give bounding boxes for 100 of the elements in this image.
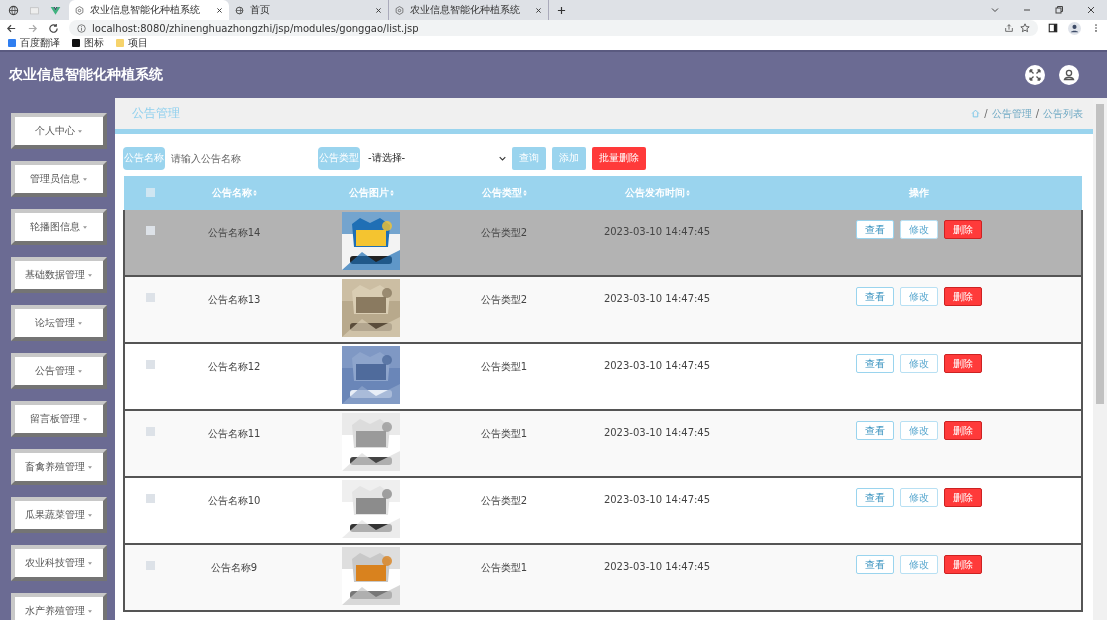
sidebar-item[interactable]: 个人中心: [10, 113, 107, 149]
scrollbar[interactable]: [1093, 98, 1107, 620]
search-field[interactable]: 请输入公告名称: [169, 151, 313, 165]
caret-icon: [83, 177, 87, 181]
caret-icon: [83, 225, 87, 229]
table-cell: 公告名称14: [207, 227, 261, 238]
globe-icon[interactable]: [8, 4, 19, 16]
table-cell: 公告名称12: [207, 361, 261, 372]
page-title: 公告管理: [132, 105, 180, 122]
edit-button[interactable]: 修改: [899, 354, 938, 373]
sidebar-item[interactable]: 瓜果蔬菜管理: [10, 497, 107, 533]
sidebar-item[interactable]: 农业科技管理: [10, 545, 107, 581]
caret-icon: [83, 417, 87, 421]
batch-delete-button[interactable]: 批量删除: [592, 146, 646, 170]
sidebar-item[interactable]: 轮播图信息: [10, 209, 107, 245]
restore-icon[interactable]: [1054, 5, 1064, 15]
row-checkbox[interactable]: [146, 293, 155, 302]
breadcrumb-link[interactable]: 公告列表: [1043, 106, 1083, 121]
edit-button[interactable]: 修改: [899, 555, 938, 574]
profile-icon[interactable]: [1068, 21, 1081, 35]
sort-icon: [522, 190, 527, 196]
breadcrumb-separator: /: [1035, 108, 1039, 119]
chevron-down-icon: [499, 155, 506, 161]
reload-icon[interactable]: [48, 22, 59, 34]
type-dropdown[interactable]: -请选择-: [368, 151, 506, 165]
bookmark[interactable]: 项目: [116, 36, 148, 50]
close-icon[interactable]: [216, 6, 223, 14]
sidebar-item[interactable]: 论坛管理: [10, 305, 107, 341]
star-icon[interactable]: [1020, 23, 1030, 33]
table-cell: 公告类型2: [480, 294, 528, 305]
table-row[interactable]: 公告名称11 公告类型1 2023-03-10 14:47:45 查看 修改 删除: [124, 410, 1082, 477]
fullscreen-icon[interactable]: [1025, 65, 1045, 85]
view-button[interactable]: 查看: [855, 555, 894, 574]
sort-icon: [389, 190, 394, 196]
view-button[interactable]: 查看: [855, 220, 894, 239]
view-button[interactable]: 查看: [855, 354, 894, 373]
row-checkbox[interactable]: [146, 360, 155, 369]
close-icon[interactable]: [375, 6, 382, 14]
row-checkbox[interactable]: [146, 226, 155, 235]
edit-button[interactable]: 修改: [899, 488, 938, 507]
breadcrumb-link[interactable]: 公告管理: [991, 106, 1032, 121]
edit-button[interactable]: 修改: [899, 287, 938, 306]
table-cell: 公告类型1: [480, 428, 528, 439]
table-cell: 公告类型2: [480, 495, 528, 506]
caret-icon: [88, 465, 92, 469]
row-checkbox[interactable]: [146, 427, 155, 436]
caret-icon: [88, 513, 92, 517]
view-button[interactable]: 查看: [855, 421, 894, 440]
caret-icon: [78, 369, 82, 373]
delete-button[interactable]: 删除: [943, 354, 982, 373]
user-icon[interactable]: [1059, 65, 1079, 85]
bookmark[interactable]: 百度翻译: [8, 36, 60, 50]
view-button[interactable]: 查看: [855, 488, 894, 507]
close-icon[interactable]: [1086, 5, 1096, 15]
delete-button[interactable]: 删除: [943, 488, 982, 507]
edit-button[interactable]: 修改: [899, 421, 938, 440]
sidebar-item[interactable]: 公告管理: [10, 353, 107, 389]
sidebar-item[interactable]: 水产养殖管理: [10, 593, 107, 620]
back-icon[interactable]: [6, 22, 17, 34]
table-row[interactable]: 公告名称10 公告类型2 2023-03-10 14:47:45 查看 修改 删除: [124, 477, 1082, 544]
sidebar-item[interactable]: 管理员信息: [10, 161, 107, 197]
new-tab-icon[interactable]: [557, 5, 566, 15]
caret-icon: [88, 561, 92, 565]
row-checkbox[interactable]: [146, 494, 155, 503]
browser-tab[interactable]: 农业信息智能化种植系统: [69, 0, 229, 20]
table-row[interactable]: 公告名称13 公告类型2 2023-03-10 14:47:45 查看 修改 删除: [124, 276, 1082, 343]
globe-icon: [235, 5, 244, 15]
table-row[interactable]: 公告名称9 公告类型1 2023-03-10 14:47:45 查看 修改 删除: [124, 544, 1082, 611]
caret-icon: [78, 129, 82, 133]
sidebar-item[interactable]: 基础数据管理: [10, 257, 107, 293]
view-button[interactable]: 查看: [855, 287, 894, 306]
table-cell: 2023-03-10 14:47:45: [603, 561, 711, 572]
share-icon[interactable]: [1004, 23, 1014, 33]
sidebar-item[interactable]: 留言板管理: [10, 401, 107, 437]
sort-icon: [252, 190, 257, 196]
bookmark[interactable]: 图标: [72, 36, 104, 50]
table-cell: 2023-03-10 14:47:45: [603, 226, 711, 237]
edit-button[interactable]: 修改: [899, 220, 938, 239]
delete-button[interactable]: 删除: [943, 220, 982, 239]
table-row[interactable]: 公告名称12 公告类型1 2023-03-10 14:47:45 查看 修改 删除: [124, 343, 1082, 410]
table-cell: 公告名称10: [207, 495, 261, 506]
table-cell: 2023-03-10 14:47:45: [603, 360, 711, 371]
row-checkbox[interactable]: [146, 561, 155, 570]
sidebar-item[interactable]: 畜禽养殖管理: [10, 449, 107, 485]
delete-button[interactable]: 删除: [943, 287, 982, 306]
select-all-checkbox[interactable]: [145, 187, 155, 197]
settings-icon: [75, 5, 84, 15]
table-cell: 公告类型1: [480, 562, 528, 573]
caret-icon: [88, 609, 92, 613]
table-row[interactable]: 公告名称14 公告类型2 2023-03-10 14:47:45 查看 修改 删除: [124, 210, 1082, 276]
table-cell: 公告名称9: [210, 562, 258, 573]
table-cell: 2023-03-10 14:47:45: [603, 293, 711, 304]
side-panel-icon[interactable]: [1048, 23, 1058, 33]
v-logo-icon[interactable]: [50, 4, 61, 16]
address-field[interactable]: localhost:8080/zhinenghuazhongzhi/jsp/modules/gonggao/list.jsp: [69, 20, 1038, 36]
delete-button[interactable]: 删除: [943, 555, 982, 574]
breadcrumb-separator: /: [984, 108, 988, 119]
table-cell: 公告名称11: [207, 428, 261, 439]
close-icon[interactable]: [535, 6, 542, 14]
delete-button[interactable]: 删除: [943, 421, 982, 440]
